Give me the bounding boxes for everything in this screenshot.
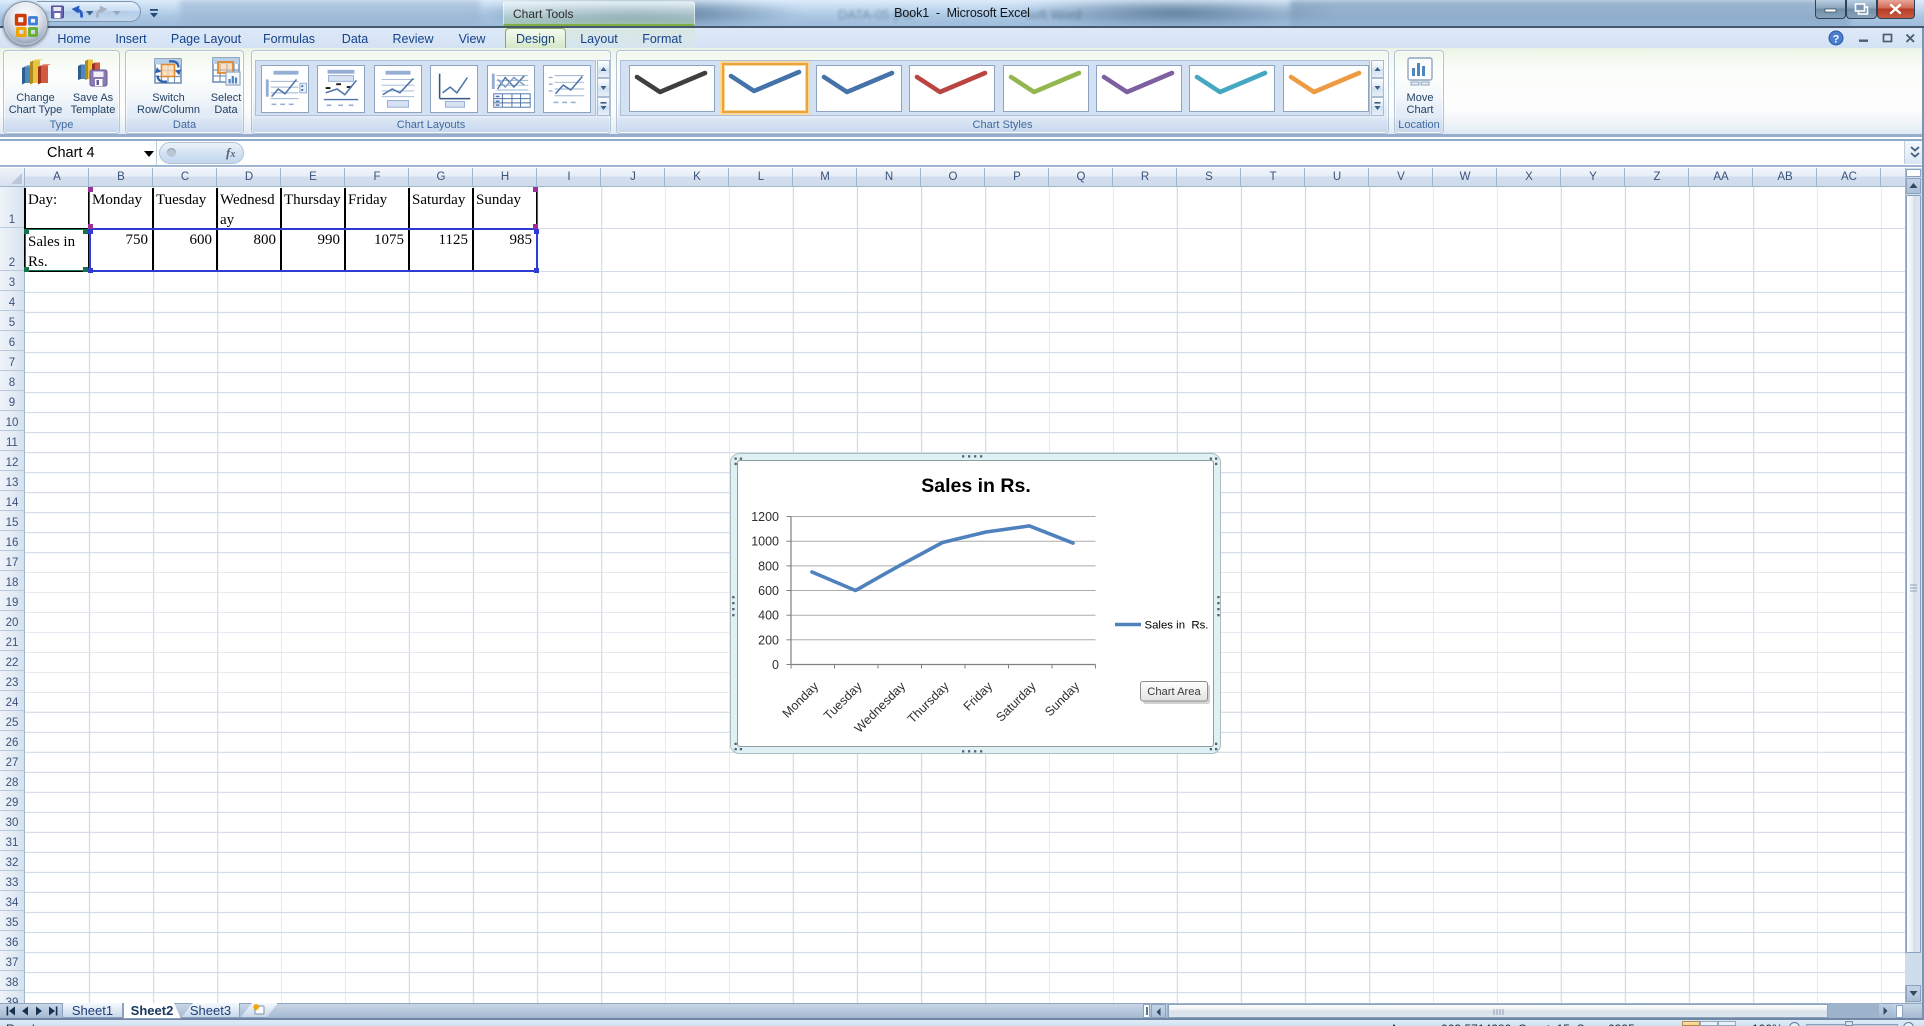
- svg-text:Sales in Rs.: Sales in Rs.: [1145, 620, 1209, 632]
- svg-text:1000: 1000: [751, 535, 779, 549]
- svg-text:?: ?: [1833, 34, 1840, 46]
- svg-text:Sales in Rs.: Sales in Rs.: [921, 475, 1030, 497]
- svg-text:800: 800: [758, 559, 779, 573]
- svg-text:600: 600: [758, 584, 779, 598]
- svg-text:1200: 1200: [751, 510, 779, 524]
- svg-text:200: 200: [758, 633, 779, 647]
- svg-text:0: 0: [772, 658, 779, 672]
- svg-text:400: 400: [758, 609, 779, 623]
- svg-text:Chart Area: Chart Area: [1147, 686, 1201, 698]
